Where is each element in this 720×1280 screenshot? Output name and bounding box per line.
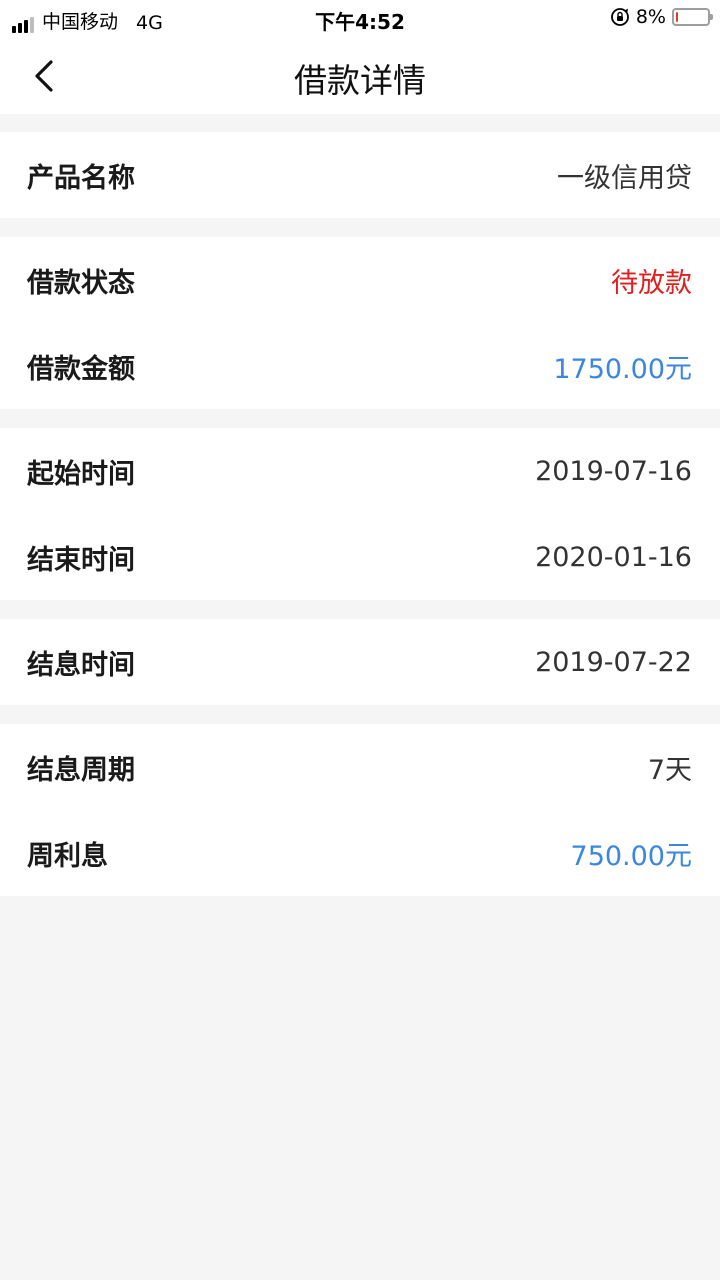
detail-row: 结息时间 2019-07-22 (0, 619, 720, 705)
detail-label: 结息周期 (27, 754, 135, 786)
status-right: 8% (610, 6, 713, 28)
detail-group: 结息时间 2019-07-22 (0, 619, 720, 705)
status-bar: 中国移动 4G 下午4:52 8% (0, 0, 720, 36)
detail-group: 借款状态 待放款借款金额 1750.00元 (0, 237, 720, 409)
detail-row: 周利息 750.00元 (0, 810, 720, 896)
detail-label: 结息时间 (27, 649, 135, 681)
battery-percent: 8% (635, 6, 666, 28)
detail-group: 结息周期 7天周利息 750.00元 (0, 724, 720, 896)
battery-icon (672, 8, 713, 26)
back-button[interactable] (22, 54, 66, 98)
detail-value: 一级信用贷 (557, 162, 692, 194)
detail-label: 产品名称 (27, 162, 135, 194)
detail-row: 起始时间 2019-07-16 (0, 428, 720, 514)
nav-bar: 借款详情 (0, 36, 720, 114)
detail-label: 起始时间 (27, 458, 135, 490)
detail-row: 结束时间 2020-01-16 (0, 514, 720, 600)
detail-row: 结息周期 7天 (0, 724, 720, 810)
detail-row: 产品名称 一级信用贷 (0, 132, 720, 218)
detail-group: 起始时间 2019-07-16 结束时间 2020-01-16 (0, 428, 720, 600)
detail-list: 产品名称 一级信用贷借款状态 待放款借款金额 1750.00元起始时间 2019-07-… (0, 132, 720, 915)
detail-row: 借款状态 待放款 (0, 237, 720, 323)
detail-label: 结束时间 (27, 544, 135, 576)
detail-value: 2019-07-16 (535, 455, 692, 487)
detail-value: 750.00元 (570, 840, 692, 872)
detail-label: 借款金额 (27, 353, 135, 385)
detail-value: 7天 (647, 754, 692, 786)
detail-label: 周利息 (27, 840, 108, 872)
detail-value: 2020-01-16 (535, 541, 692, 573)
detail-value: 2019-07-22 (535, 646, 692, 678)
page-title: 借款详情 (294, 61, 426, 100)
chevron-left-icon (35, 60, 53, 92)
detail-row: 借款金额 1750.00元 (0, 323, 720, 409)
detail-label: 借款状态 (27, 267, 135, 299)
detail-group: 产品名称 一级信用贷 (0, 132, 720, 218)
detail-value: 1750.00元 (553, 353, 692, 385)
detail-value: 待放款 (611, 267, 692, 299)
battery-fill (676, 12, 679, 22)
rotation-lock-icon (610, 8, 629, 26)
